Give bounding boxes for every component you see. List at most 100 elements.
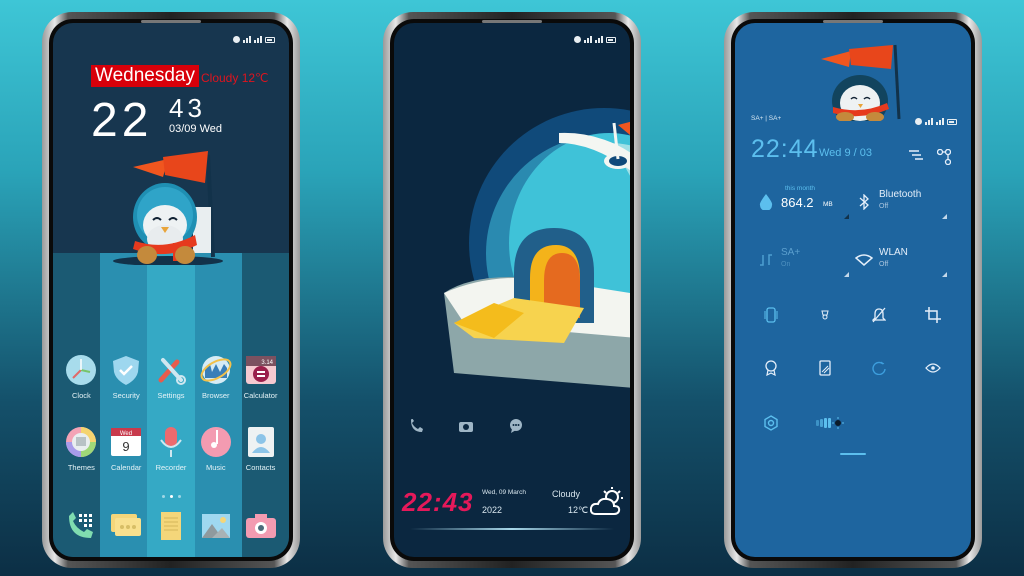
- weather-condition: Cloudy: [552, 489, 581, 499]
- app-clock[interactable]: Clock: [59, 353, 104, 400]
- wlan-tile[interactable]: WLAN Off: [855, 241, 955, 291]
- clock-icon: [64, 353, 98, 387]
- expand-arrow-icon: [844, 214, 849, 219]
- igloo-illustration: [444, 108, 630, 388]
- notification-clear-icon[interactable]: [909, 149, 923, 161]
- calendar-icon: Wed 9: [109, 425, 143, 459]
- vibrate-icon[interactable]: [759, 303, 783, 327]
- mobile-data-icon: [757, 251, 775, 269]
- dock-gallery[interactable]: [193, 509, 238, 543]
- water-drop-icon: [757, 193, 775, 211]
- camera-icon: [244, 509, 278, 543]
- page-dot[interactable]: [177, 495, 181, 498]
- wifi-icon: [855, 251, 873, 269]
- camera-icon[interactable]: [458, 418, 474, 434]
- penguin-illustration: [113, 151, 223, 265]
- brightness-slider-icon[interactable]: [815, 411, 847, 435]
- gallery-icon: [199, 509, 233, 543]
- cc-header-actions: [909, 149, 951, 165]
- browser-icon: [199, 353, 233, 387]
- partly-cloudy-icon: [590, 487, 623, 515]
- app-recorder[interactable]: Recorder: [149, 425, 194, 472]
- flashlight-icon[interactable]: [813, 303, 837, 327]
- app-label: Clock: [72, 391, 91, 400]
- divider-glow: [410, 528, 614, 530]
- themes-icon: [64, 425, 98, 459]
- app-label: Settings: [157, 391, 185, 400]
- wrench-icon: [154, 353, 188, 387]
- app-label: Music: [205, 463, 226, 472]
- expand-arrow-icon: [942, 214, 947, 219]
- battery-icon: [947, 119, 957, 125]
- app-browser[interactable]: Browser: [193, 353, 238, 400]
- cc-date: Wed 9 / 03: [819, 147, 872, 159]
- data-caption: this month: [785, 185, 815, 192]
- data-usage-tile[interactable]: this month 864.2 MB: [757, 183, 857, 233]
- weather-temperature: 12℃: [568, 505, 589, 515]
- contacts-icon: [244, 425, 278, 459]
- app-settings[interactable]: Settings: [149, 353, 194, 400]
- signal-icon: [595, 36, 603, 43]
- status-bar: [915, 115, 957, 125]
- phone-icon[interactable]: [408, 418, 424, 434]
- weather-widget[interactable]: Wednesday Cloudy 12℃: [91, 65, 269, 87]
- page-dot[interactable]: [161, 495, 165, 498]
- app-calculator[interactable]: 3.14 Calculator: [238, 353, 283, 400]
- carrier-label: SA+ | SA+: [751, 115, 782, 122]
- svg-text:Wed: Wed: [120, 431, 132, 437]
- location-pin-icon[interactable]: [759, 356, 783, 380]
- dock: [53, 509, 289, 543]
- dock-notes[interactable]: [149, 509, 194, 543]
- svg-text:3.14: 3.14: [261, 360, 273, 366]
- message-icon[interactable]: [508, 418, 524, 434]
- clock-date: 03/09 Wed: [169, 123, 223, 135]
- bluetooth-tile[interactable]: Bluetooth Off: [855, 183, 955, 233]
- eye-comfort-icon[interactable]: [921, 356, 945, 380]
- signal-icon: [936, 118, 944, 125]
- microphone-icon: [154, 425, 188, 459]
- lock-time: 22:43: [402, 487, 474, 517]
- page-dot-active[interactable]: [169, 495, 173, 498]
- signal-icon: [584, 36, 592, 43]
- lock-shortcuts: [408, 418, 524, 434]
- battery-icon: [265, 37, 275, 43]
- signal-icon: [254, 36, 262, 43]
- dock-camera[interactable]: [238, 509, 283, 543]
- mute-bell-icon[interactable]: [867, 303, 891, 327]
- app-label: Recorder: [155, 463, 187, 472]
- lock-date: Wed, 09 March: [482, 489, 526, 496]
- music-icon: [199, 425, 233, 459]
- data-unit: MB: [823, 201, 833, 208]
- lock-clock-weather-widget[interactable]: 22:43 Wed, 09 March 2022 Cloudy 12℃: [402, 483, 623, 523]
- drag-handle[interactable]: [840, 453, 866, 455]
- control-center: SA+ | SA+ 22:44 Wed 9 / 03 this month 86…: [735, 23, 971, 557]
- signal-icon: [925, 118, 933, 125]
- edit-toggles-icon[interactable]: [937, 149, 951, 165]
- svg-text:9: 9: [123, 439, 130, 454]
- mobile-data-tile[interactable]: SA+ On: [757, 241, 857, 291]
- app-contacts[interactable]: Contacts: [238, 425, 283, 472]
- expand-arrow-icon: [844, 272, 849, 277]
- dock-phone[interactable]: [59, 509, 104, 543]
- bluetooth-icon: [855, 193, 873, 211]
- app-security[interactable]: Security: [104, 353, 149, 400]
- app-calendar[interactable]: Wed 9 Calendar: [104, 425, 149, 472]
- status-bar: [233, 33, 275, 43]
- app-label: Calendar: [110, 463, 142, 472]
- crop-screenshot-icon[interactable]: [921, 303, 945, 327]
- dock-messages[interactable]: [104, 509, 149, 543]
- app-music[interactable]: Music: [193, 425, 238, 472]
- signal-icon: [243, 36, 251, 43]
- phone-dialer-icon: [64, 509, 98, 543]
- alarm-icon: [233, 36, 240, 43]
- weather-text: Cloudy 12℃: [201, 71, 269, 85]
- clock-minute: 43: [169, 93, 206, 123]
- settings-ring-icon[interactable]: [759, 411, 783, 435]
- app-themes[interactable]: Themes: [59, 425, 104, 472]
- clock-widget[interactable]: 22 43 03/09 Wed: [91, 93, 222, 145]
- screen-record-icon[interactable]: [813, 356, 837, 380]
- app-label: Contacts: [245, 463, 276, 472]
- auto-rotate-icon[interactable]: [867, 356, 891, 380]
- penguin-illustration: [821, 44, 901, 121]
- page-indicator[interactable]: [53, 495, 289, 498]
